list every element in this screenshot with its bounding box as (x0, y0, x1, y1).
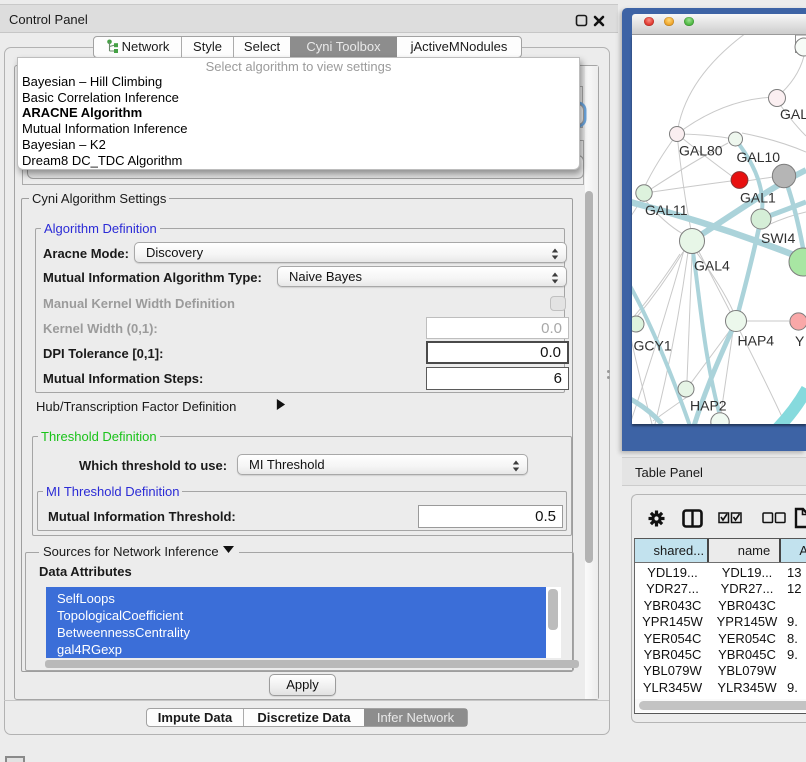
svg-text:GAL10: GAL10 (737, 149, 781, 165)
svg-text:Y: Y (795, 333, 805, 349)
svg-text:GAL11: GAL11 (645, 202, 688, 218)
svg-text:HAP4: HAP4 (738, 333, 775, 349)
svg-text:GCY1: GCY1 (634, 338, 672, 354)
svg-text:GAL80: GAL80 (679, 143, 723, 159)
svg-text:GAL1: GAL1 (740, 190, 776, 206)
svg-text:HAP2: HAP2 (690, 398, 727, 414)
svg-text:GAL7: GAL7 (780, 106, 806, 122)
svg-text:GAL4: GAL4 (694, 258, 730, 274)
svg-text:SWI4: SWI4 (761, 230, 795, 246)
